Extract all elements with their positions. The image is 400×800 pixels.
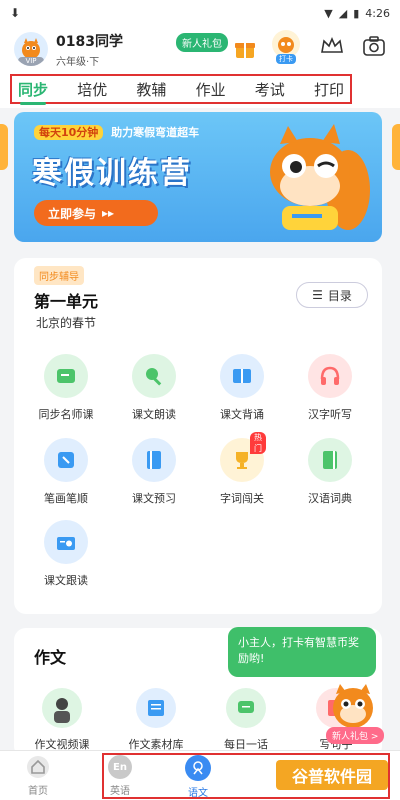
tab-homework[interactable]: 作业	[194, 77, 228, 102]
feature-label: 笔画笔顺	[44, 492, 88, 505]
download-icon: ⬇	[10, 6, 21, 20]
tab-exam[interactable]: 考试	[253, 77, 287, 102]
feature-preview[interactable]: 课文预习	[114, 438, 194, 506]
hot-tag: 热门	[250, 432, 266, 454]
unit-title: 第一单元	[34, 292, 99, 311]
user-info[interactable]: 0183同学 六年级·下	[56, 31, 123, 68]
radio-icon	[44, 520, 88, 564]
status-icons: ▼ ◢ ▮ 4:26	[324, 7, 390, 20]
banner-subtitle-text: 助力寒假弯道超车	[111, 126, 200, 139]
book-icon	[220, 354, 264, 398]
feature-dictionary[interactable]: 汉语词典	[290, 438, 370, 506]
video-icon	[44, 354, 88, 398]
list-icon: ☰	[312, 288, 323, 302]
feature-text-recite[interactable]: 课文背诵	[202, 354, 282, 422]
headphone-icon	[308, 354, 352, 398]
tab-print[interactable]: 打印	[312, 77, 346, 102]
feature-teacher-video[interactable]: 同步名师课	[26, 354, 106, 422]
sync-tutoring-badge: 同步辅导	[34, 266, 84, 285]
status-bar: ⬇ ▼ ◢ ▮ 4:26	[0, 0, 400, 26]
feature-stroke-order[interactable]: 笔画笔顺	[26, 438, 106, 506]
feature-label: 同步名师课	[38, 408, 94, 421]
essay-daily-talk[interactable]: 每日一话	[210, 688, 282, 752]
newbie-gift-badge[interactable]: 新人礼包	[176, 33, 228, 52]
subject-tabs: 同步 培优 教辅 作业 考试 打印	[10, 74, 352, 105]
crown-icon[interactable]	[320, 36, 344, 56]
feature-label: 课文预习	[132, 492, 176, 505]
essay-title: 作文	[34, 648, 67, 667]
teacher-avatar-icon	[42, 688, 82, 728]
feature-label: 汉语词典	[308, 492, 352, 505]
feature-label: 课文朗读	[132, 408, 176, 421]
essay-video-course[interactable]: 作文视频课	[26, 688, 98, 752]
chat-icon	[226, 688, 266, 728]
feature-dictation[interactable]: 汉字听写	[290, 354, 370, 422]
essay-material-library[interactable]: 作文素材库	[120, 688, 192, 752]
feature-label: 课文跟读	[44, 574, 88, 587]
feature-text-reading[interactable]: 课文朗读	[114, 354, 194, 422]
gift-icon[interactable]	[234, 38, 256, 60]
lesson-title: 北京的春节	[36, 316, 97, 330]
squirrel-mascot-icon	[270, 124, 370, 230]
tab-sync[interactable]: 同步	[16, 77, 50, 105]
winter-camp-banner[interactable]: 每天10分钟 助力寒假弯道超车 寒假训练营 立即参与 ▸▸	[14, 112, 382, 242]
nav-label: 首页	[28, 786, 48, 797]
document-icon	[136, 688, 176, 728]
site-watermark: 谷普软件园	[276, 760, 388, 790]
feature-word-challenge[interactable]: 热门 字词闯关	[202, 432, 282, 506]
tab-enhance[interactable]: 培优	[75, 77, 109, 102]
battery-icon: ▮	[353, 6, 360, 20]
pen-icon	[44, 438, 88, 482]
carousel-prev-peek	[0, 124, 8, 170]
banner-pill: 每天10分钟	[34, 125, 104, 140]
camera-icon[interactable]	[362, 35, 386, 57]
signal-icon: ◢	[338, 6, 348, 20]
dictionary-icon	[308, 438, 352, 482]
double-chevron-icon: ▸▸	[102, 206, 115, 220]
tab-materials[interactable]: 教辅	[134, 77, 168, 102]
avatar[interactable]: VIP	[14, 32, 48, 66]
toc-label: 目录	[327, 288, 352, 303]
notebook-icon	[132, 438, 176, 482]
checkin-label: 打卡	[276, 54, 296, 64]
carousel-next-peek	[392, 124, 400, 170]
feature-label: 字词闯关	[220, 492, 264, 505]
toc-button[interactable]: ☰ 目录	[296, 282, 368, 308]
trophy-icon: 热门	[220, 432, 266, 482]
banner-title: 寒假训练营	[32, 156, 192, 191]
nav-home[interactable]: 首页	[8, 755, 68, 797]
newbie-gift-pill[interactable]: 新人礼包 >	[326, 727, 385, 744]
feature-follow-reading[interactable]: 课文跟读	[26, 520, 106, 588]
feature-label: 课文背诵	[220, 408, 264, 421]
user-grade: 六年级·下	[56, 56, 100, 68]
feature-label: 汉字听写	[308, 408, 352, 421]
header: VIP 0183同学 六年级·下 新人礼包 打卡	[0, 26, 400, 72]
status-time: 4:26	[365, 6, 390, 20]
wifi-icon: ▼	[324, 6, 333, 20]
home-icon	[27, 756, 49, 778]
banner-subtitle: 每天10分钟 助力寒假弯道超车	[34, 124, 199, 140]
floating-mascot-icon[interactable]	[328, 682, 378, 730]
vip-tag: VIP	[18, 57, 44, 66]
mic-icon	[132, 354, 176, 398]
user-name: 0183同学	[56, 33, 123, 50]
join-now-label: 立即参与	[48, 206, 97, 221]
checkin-tip-bubble[interactable]: 小主人，打卡有智慧币奖励哟!	[228, 627, 376, 677]
join-now-button[interactable]: 立即参与 ▸▸	[34, 200, 158, 226]
sync-tutoring-card: 同步辅导 第一单元 北京的春节 ☰ 目录 同步名师课 课文朗读 课文背诵 汉字听…	[14, 258, 382, 614]
